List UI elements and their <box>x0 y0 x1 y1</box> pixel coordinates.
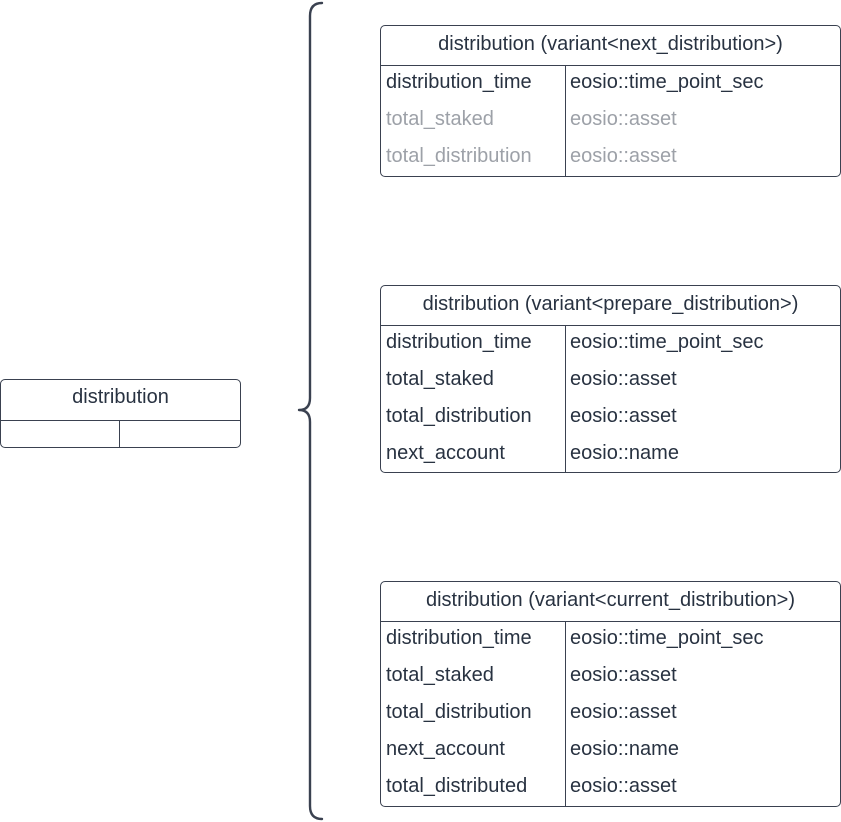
curly-brace-connector <box>297 1 324 821</box>
field-row: total_distributed eosio::asset <box>381 770 840 806</box>
distribution-entity-title: distribution <box>1 380 240 421</box>
field-name: total_distribution <box>386 701 532 723</box>
column-divider <box>565 66 566 176</box>
field-name: total_distributed <box>386 775 528 797</box>
field-list: distribution_time eosio::time_point_sec … <box>381 66 840 176</box>
field-row: total_staked eosio::asset <box>381 363 840 400</box>
field-row: distribution_time eosio::time_point_sec <box>381 66 840 103</box>
field-row: total_staked eosio::asset <box>381 103 840 140</box>
field-type: eosio::asset <box>570 701 677 723</box>
field-type: eosio::time_point_sec <box>570 71 764 93</box>
field-name: next_account <box>386 442 505 464</box>
field-row: next_account eosio::name <box>381 733 840 770</box>
field-type: eosio::asset <box>570 108 677 130</box>
field-name: distribution_time <box>386 627 532 649</box>
field-name: next_account <box>386 738 505 760</box>
variant-current-distribution-entity: distribution (variant<current_distributi… <box>380 581 841 807</box>
distribution-entity-divider <box>119 421 120 447</box>
field-row: total_distribution eosio::asset <box>381 400 840 437</box>
distribution-entity: distribution <box>0 379 241 448</box>
field-name: total_staked <box>386 108 494 130</box>
variant-prepare-distribution-entity: distribution (variant<prepare_distributi… <box>380 285 841 473</box>
variant-title: distribution (variant<prepare_distributi… <box>381 286 840 326</box>
variant-next-distribution-entity: distribution (variant<next_distribution>… <box>380 25 841 177</box>
field-row: total_distribution eosio::asset <box>381 140 840 176</box>
column-divider <box>565 622 566 806</box>
field-type: eosio::time_point_sec <box>570 331 764 353</box>
field-name: distribution_time <box>386 71 532 93</box>
field-name: total_distribution <box>386 145 532 167</box>
field-type: eosio::asset <box>570 664 677 686</box>
field-type: eosio::asset <box>570 405 677 427</box>
variant-title: distribution (variant<next_distribution>… <box>381 26 840 66</box>
field-row: distribution_time eosio::time_point_sec <box>381 326 840 363</box>
distribution-entity-empty-row <box>1 421 240 447</box>
field-type: eosio::name <box>570 442 679 464</box>
field-type: eosio::asset <box>570 145 677 167</box>
field-type: eosio::time_point_sec <box>570 627 764 649</box>
field-type: eosio::asset <box>570 368 677 390</box>
field-name: total_staked <box>386 368 494 390</box>
field-type: eosio::asset <box>570 775 677 797</box>
field-row: total_staked eosio::asset <box>381 659 840 696</box>
field-name: total_staked <box>386 664 494 686</box>
field-name: total_distribution <box>386 405 532 427</box>
column-divider <box>565 326 566 472</box>
field-row: distribution_time eosio::time_point_sec <box>381 622 840 659</box>
field-name: distribution_time <box>386 331 532 353</box>
field-row: total_distribution eosio::asset <box>381 696 840 733</box>
field-row: next_account eosio::name <box>381 437 840 472</box>
field-type: eosio::name <box>570 738 679 760</box>
field-list: distribution_time eosio::time_point_sec … <box>381 622 840 806</box>
variant-title: distribution (variant<current_distributi… <box>381 582 840 622</box>
field-list: distribution_time eosio::time_point_sec … <box>381 326 840 472</box>
